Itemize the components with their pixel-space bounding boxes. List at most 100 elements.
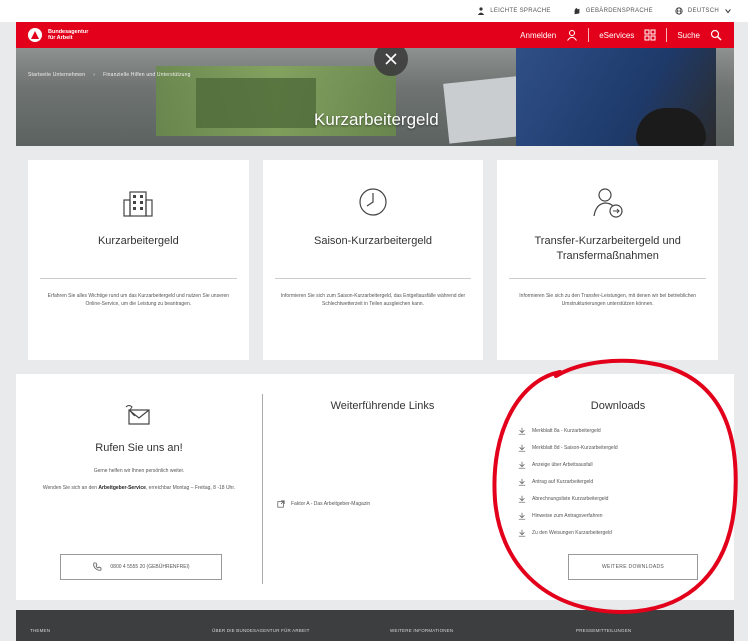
download-label: Abrechnungsliste Kurzarbeitergeld	[532, 495, 609, 502]
page-title: Kurzarbeitergeld	[314, 110, 439, 129]
footer-link-about[interactable]: ÜBER DIE BUNDESAGENTUR FÜR ARBEIT	[212, 628, 310, 633]
site-footer: THEMEN ÜBER DIE BUNDESAGENTUR FÜR ARBEIT…	[16, 610, 734, 641]
download-item[interactable]: Anzeige über Arbeitsausfall	[518, 456, 618, 473]
logo-line-2: für Arbeit	[48, 35, 73, 41]
chevron-down-icon	[725, 9, 731, 14]
contact-hours: Wenden Sie sich an den Arbeitgeber-Servi…	[16, 484, 262, 492]
contact-hours-prefix: Wenden Sie sich an den	[42, 485, 99, 491]
logo-symbol-icon	[31, 31, 39, 39]
logo[interactable]: Bundesagentur für Arbeit	[28, 28, 108, 42]
employer-service-link[interactable]: Arbeitgeber-Service	[98, 485, 146, 491]
download-icon	[518, 427, 526, 435]
building-icon	[123, 191, 153, 217]
globe-icon	[675, 7, 683, 15]
card-saison-kurzarbeitergeld[interactable]: Saison-Kurzarbeitergeld Informieren Sie …	[262, 160, 484, 360]
language-select[interactable]: DEUTSCH	[675, 7, 732, 15]
phone-icon	[93, 562, 102, 571]
download-label: Merkblatt 8a - Kurzarbeitergeld	[532, 427, 601, 434]
card-description: Erfahren Sie alles Wichtige rund um das …	[47, 293, 230, 307]
breadcrumb-item[interactable]: Finanzielle Hilfen und Unterstützung	[103, 72, 191, 78]
login-button[interactable]: Anmelden	[520, 29, 578, 41]
teaser-cards: Kurzarbeitergeld Erfahren Sie alles Wich…	[28, 160, 719, 360]
login-label: Anmelden	[520, 30, 557, 40]
breadcrumb-item[interactable]: Startseite Unternehmen	[28, 72, 85, 78]
site-header: Bundesagentur für Arbeit Anmelden eServi…	[16, 22, 734, 48]
download-label: Hinweise zum Antragsverfahren	[532, 512, 603, 519]
links-column: Weiterführende Links Faktor A - Das Arbe…	[262, 394, 502, 584]
contact-title: Rufen Sie uns an!	[95, 442, 183, 454]
hand-sign-icon	[574, 7, 580, 15]
close-icon	[385, 53, 397, 65]
card-title: Saison-Kurzarbeitergeld	[314, 235, 433, 247]
footer-link-more-info[interactable]: WEITERE INFORMATIONEN	[390, 628, 453, 633]
download-label: Anzeige über Arbeitsausfall	[532, 461, 593, 468]
grid-icon	[644, 29, 656, 41]
download-icon	[518, 478, 526, 486]
card-divider	[509, 278, 707, 279]
card-divider	[274, 278, 472, 279]
contact-column: Rufen Sie uns an! Gerne helfen wir Ihnen…	[16, 374, 262, 600]
phone-envelope-icon	[125, 405, 150, 425]
phone-number: 0800 4 5555 20 (GEBÜHRENFREI)	[110, 564, 190, 570]
card-title: Transfer-Kurzarbeitergeld und Transferma…	[534, 235, 681, 262]
footer-link-topics[interactable]: THEMEN	[30, 628, 50, 633]
language-label: DEUTSCH	[687, 8, 719, 14]
card-kurzarbeitergeld[interactable]: Kurzarbeitergeld Erfahren Sie alles Wich…	[28, 160, 249, 360]
search-button[interactable]: Suche	[677, 29, 722, 41]
eservices-button[interactable]: eServices	[599, 29, 656, 41]
download-icon	[518, 495, 526, 503]
download-label: Merkblatt 8d - Saison-Kurzarbeitergeld	[532, 444, 618, 451]
contact-intro: Gerne helfen wir Ihnen persönlich weiter…	[93, 468, 185, 474]
download-item[interactable]: Merkblatt 8d - Saison-Kurzarbeitergeld	[518, 439, 618, 456]
utility-bar: LEICHTE SPRACHE GEBÄRDENSPRACHE DEUTSCH	[0, 0, 748, 22]
link-label: Faktor A - Das Arbeitgeber-Magazin	[291, 501, 371, 507]
logo-mark	[28, 28, 42, 42]
download-icon	[518, 512, 526, 520]
easy-language-label: LEICHTE SPRACHE	[490, 8, 551, 14]
card-title: Kurzarbeitergeld	[97, 235, 179, 247]
hero-banner: Startseite Unternehmen › Finanzielle Hil…	[16, 48, 734, 146]
sign-language-label: GEBÄRDENSPRACHE	[585, 8, 653, 14]
download-item[interactable]: Abrechnungsliste Kurzarbeitergeld	[518, 490, 618, 507]
hero-image-machine-detail	[196, 78, 316, 128]
clock-icon	[359, 188, 387, 216]
nav-separator	[666, 28, 668, 42]
person-icon	[477, 7, 485, 15]
nav-separator	[588, 28, 590, 42]
download-item[interactable]: Merkblatt 8a - Kurzarbeitergeld	[518, 422, 618, 439]
downloads-list: Merkblatt 8a - Kurzarbeitergeld Merkblat…	[518, 422, 618, 541]
more-downloads-button[interactable]: WEITERE DOWNLOADS	[568, 554, 698, 580]
external-link-icon	[277, 500, 285, 508]
contact-hours-suffix: , erreichbar Montag – Freitag, 8 -18 Uhr…	[145, 485, 236, 491]
breadcrumb-separator: ›	[93, 72, 96, 78]
download-item[interactable]: Zu den Weisungen Kurzarbeitergeld	[518, 524, 618, 541]
sign-language-link[interactable]: GEBÄRDENSPRACHE	[573, 7, 653, 15]
downloads-title: Downloads	[590, 400, 646, 412]
easy-language-link[interactable]: LEICHTE SPRACHE	[477, 7, 551, 15]
download-icon	[518, 529, 526, 537]
card-description: Informieren Sie sich zum Saison-Kurzarbe…	[280, 293, 466, 307]
download-item[interactable]: Antrag auf Kurzarbeitergeld	[518, 473, 618, 490]
download-icon	[518, 444, 526, 452]
link-item[interactable]: Faktor A - Das Arbeitgeber-Magazin	[277, 500, 370, 508]
breadcrumb: Startseite Unternehmen › Finanzielle Hil…	[28, 72, 191, 78]
links-title: Weiterführende Links	[330, 400, 435, 412]
eservices-label: eServices	[599, 30, 635, 40]
phone-button[interactable]: 0800 4 5555 20 (GEBÜHRENFREI)	[60, 554, 222, 580]
download-item[interactable]: Hinweise zum Antragsverfahren	[518, 507, 618, 524]
search-icon	[710, 29, 722, 41]
search-label: Suche	[677, 30, 700, 40]
main-nav: Anmelden eServices Suche	[520, 28, 722, 42]
download-icon	[518, 461, 526, 469]
card-transfer-kurzarbeitergeld[interactable]: Transfer-Kurzarbeitergeld und Transferma…	[497, 160, 719, 360]
download-label: Antrag auf Kurzarbeitergeld	[532, 478, 594, 485]
user-icon	[567, 30, 578, 41]
logo-text: Bundesagentur für Arbeit	[48, 29, 108, 41]
person-transfer-icon	[593, 188, 623, 218]
card-description: Informieren Sie sich zu den Transfer-Lei…	[519, 293, 697, 307]
footer-link-press[interactable]: PRESSEMITTEILUNGEN	[576, 628, 631, 633]
info-section: Rufen Sie uns an! Gerne helfen wir Ihnen…	[16, 374, 734, 600]
card-divider	[40, 278, 237, 279]
download-label: Zu den Weisungen Kurzarbeitergeld	[532, 529, 612, 536]
close-button[interactable]	[374, 48, 408, 76]
